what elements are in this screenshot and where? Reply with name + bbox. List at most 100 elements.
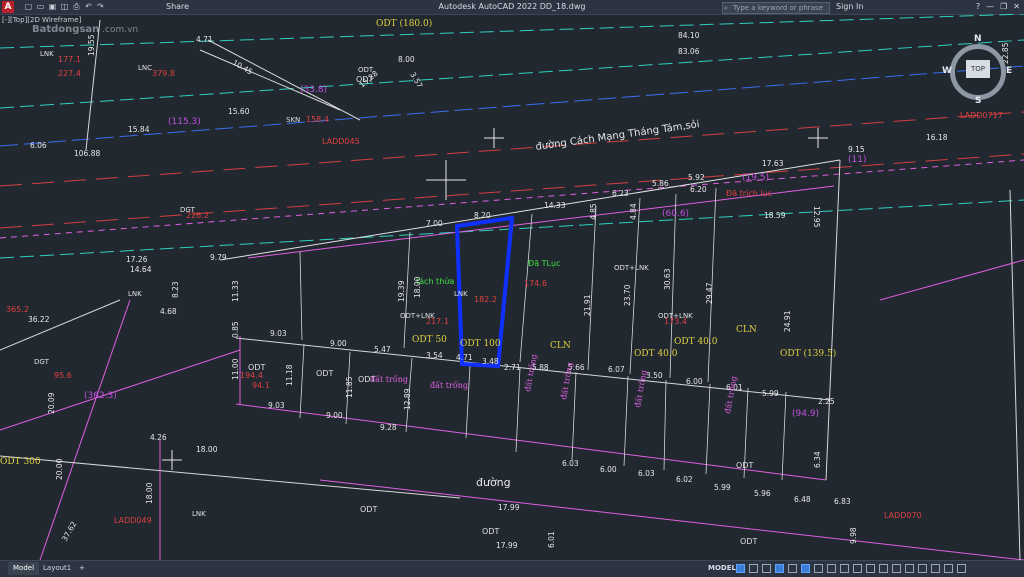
isolate-icon[interactable] bbox=[918, 564, 927, 573]
zone-cln: CLN bbox=[550, 341, 571, 351]
minimize-icon[interactable]: — bbox=[986, 0, 994, 14]
model-space-button[interactable]: MODEL bbox=[708, 562, 736, 575]
new-icon[interactable]: ▢ bbox=[24, 2, 33, 11]
autocad-logo-icon[interactable]: A bbox=[2, 1, 14, 13]
dim-24: 14.64 bbox=[130, 265, 152, 274]
ortho-icon[interactable] bbox=[762, 564, 771, 573]
dim-3: 15.84 bbox=[128, 125, 150, 134]
dim-15: 5.86 bbox=[652, 179, 669, 188]
title-bar: A ▢ ▭ ▣ ◫ ⎙ ↶ ↷ Share Autodesk AutoCAD 2… bbox=[0, 0, 1024, 15]
watermark: Batdongsan .com.vn bbox=[32, 24, 138, 35]
dim-77: 2.25 bbox=[818, 397, 835, 406]
odt-label-5: ODT bbox=[360, 505, 377, 514]
add-layout-button[interactable]: + bbox=[74, 562, 90, 575]
parcel-value-0: 177.1 bbox=[58, 55, 81, 64]
save-icon[interactable]: ▣ bbox=[48, 2, 57, 11]
transparency-icon[interactable] bbox=[840, 564, 849, 573]
parcel-value-7: 173.4 bbox=[664, 317, 687, 326]
dim-5: 6.06 bbox=[30, 141, 47, 150]
status-bar: Model Layout1 + MODEL bbox=[0, 560, 1024, 577]
polar-icon[interactable] bbox=[775, 564, 784, 573]
dim-70: 21.91 bbox=[583, 294, 592, 316]
clean-screen-icon[interactable] bbox=[944, 564, 953, 573]
customize-icon[interactable] bbox=[957, 564, 966, 573]
compass-e[interactable]: E bbox=[1006, 66, 1012, 76]
grid-icon[interactable] bbox=[736, 564, 745, 573]
compass-s[interactable]: S bbox=[975, 96, 981, 106]
redo-icon[interactable]: ↷ bbox=[96, 2, 105, 11]
dim-61: 18.00 bbox=[145, 482, 154, 504]
lad-labels: LADD045 LADD049 LADD070 LADD0717 bbox=[114, 111, 1003, 525]
dim-64: 6.01 bbox=[547, 531, 556, 548]
dim-49: 6.00 bbox=[600, 465, 617, 474]
quick-access-toolbar: ▢ ▭ ▣ ◫ ⎙ ↶ ↷ bbox=[24, 0, 105, 14]
road-lines bbox=[0, 14, 1024, 560]
parcel-value-3: 226.2 bbox=[186, 211, 209, 220]
share-button[interactable]: Share bbox=[166, 0, 189, 14]
annotation-scale-icon[interactable] bbox=[866, 564, 875, 573]
zone-odt-139: ODT (139.5) bbox=[780, 348, 836, 359]
parcel-value-1: 227.4 bbox=[58, 69, 81, 78]
tab-layout1[interactable]: Layout1 bbox=[38, 562, 76, 575]
otrack-icon[interactable] bbox=[814, 564, 823, 573]
dim-32: 3.48 bbox=[482, 357, 499, 366]
sign-in-button[interactable]: Sign In bbox=[836, 0, 863, 14]
dim-52: 5.99 bbox=[714, 483, 731, 492]
graphics-perf-icon[interactable] bbox=[931, 564, 940, 573]
workspace-icon[interactable] bbox=[879, 564, 888, 573]
odt-label-2: ODT bbox=[316, 369, 333, 378]
zone-odt-40a: ODT 40.0 bbox=[634, 349, 678, 359]
dim-8: 8.00 bbox=[398, 55, 415, 64]
road-name-label: đường Cách Mạng Tháng Tám,sỏi bbox=[535, 118, 701, 153]
compass-w[interactable]: W bbox=[942, 66, 952, 76]
snap-icon[interactable] bbox=[749, 564, 758, 573]
dim-30: 3.54 bbox=[426, 351, 443, 360]
odt-label-7: ODT bbox=[740, 537, 757, 546]
search-placeholder: Type a keyword or phrase bbox=[733, 4, 823, 12]
lot-tag-4: LNC bbox=[138, 64, 152, 72]
note-da-tluc: Đã TLục bbox=[528, 259, 560, 269]
viewport-controls[interactable]: [-][Top][2D Wireframe] bbox=[2, 16, 81, 24]
compass-n[interactable]: N bbox=[974, 34, 982, 44]
drawing-canvas[interactable]: đường Cách Mạng Tháng Tám,sỏi đường ODT … bbox=[0, 14, 1024, 560]
parcel-value-6: 174.6 bbox=[524, 279, 547, 288]
dim-33: 2.71 bbox=[504, 363, 521, 372]
dim-59: 18.00 bbox=[196, 445, 218, 454]
area-33: (33.8) bbox=[300, 85, 327, 95]
selection-cycle-icon[interactable] bbox=[853, 564, 862, 573]
parcel-value-11: 194.4 bbox=[240, 371, 263, 380]
dat-trong-1: đất trống bbox=[430, 381, 468, 390]
plot-icon[interactable]: ⎙ bbox=[72, 2, 81, 11]
dat-trong-3: đất trống bbox=[559, 361, 574, 400]
dim-13: 14.33 bbox=[544, 201, 566, 210]
close-icon[interactable]: ✕ bbox=[1013, 0, 1020, 14]
units-icon[interactable] bbox=[892, 564, 901, 573]
lot-tag-11: LNK bbox=[192, 510, 206, 518]
window-title: Autodesk AutoCAD 2022 DD_18.dwg bbox=[438, 2, 586, 11]
dim-18: 17.63 bbox=[762, 159, 784, 168]
dim-57: 36.22 bbox=[28, 315, 50, 324]
dim-54: 6.48 bbox=[794, 495, 811, 504]
osnap-icon[interactable] bbox=[801, 564, 810, 573]
lineweight-icon[interactable] bbox=[827, 564, 836, 573]
quick-props-icon[interactable] bbox=[905, 564, 914, 573]
restore-icon[interactable]: ❐ bbox=[1000, 0, 1007, 14]
zone-odt-300: ODT 300 bbox=[0, 457, 41, 467]
saveas-icon[interactable]: ◫ bbox=[60, 2, 69, 11]
odt-label-6: ODT bbox=[482, 527, 499, 536]
viewcube-top-face[interactable]: TOP bbox=[966, 60, 990, 78]
lot-tag-7: ODT+LNK bbox=[614, 264, 649, 272]
area-94: (94.9) bbox=[792, 409, 819, 419]
open-icon[interactable]: ▭ bbox=[36, 2, 45, 11]
undo-icon[interactable]: ↶ bbox=[84, 2, 93, 11]
viewcube[interactable]: TOP N S W E bbox=[940, 34, 1016, 110]
search-input[interactable]: ⌕ Type a keyword or phrase bbox=[722, 2, 830, 14]
dim-17: 6.20 bbox=[690, 185, 707, 194]
dim-7: 4.71 bbox=[196, 35, 213, 44]
dim-55: 6.83 bbox=[834, 497, 851, 506]
dim-41: 11.00 bbox=[231, 358, 240, 380]
isodraft-icon[interactable] bbox=[788, 564, 797, 573]
tab-model[interactable]: Model bbox=[8, 562, 40, 575]
dim-29: 5.47 bbox=[374, 345, 391, 354]
help-icon[interactable]: ? bbox=[976, 0, 980, 14]
